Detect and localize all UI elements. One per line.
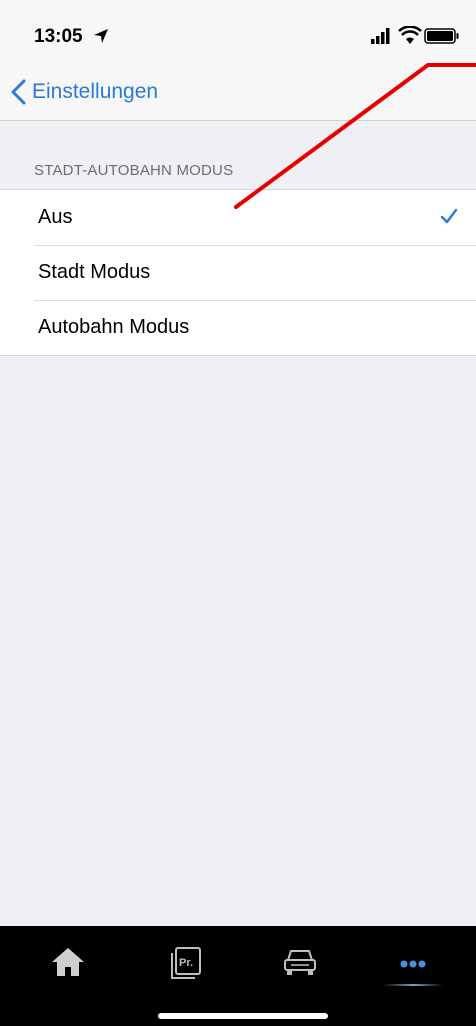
car-icon	[284, 950, 316, 975]
tab-home[interactable]	[38, 940, 98, 984]
tab-more[interactable]	[383, 940, 443, 984]
navigation-bar: Einstellungen	[0, 64, 476, 121]
profile-pr-icon: Pr.	[171, 947, 201, 979]
option-label: Autobahn Modus	[38, 316, 190, 338]
back-button-label: Einstellungen	[32, 80, 159, 103]
back-button[interactable]: Einstellungen	[10, 75, 158, 109]
more-dots-icon	[400, 960, 426, 968]
location-arrow-icon	[94, 29, 108, 43]
option-stadt-modus[interactable]: Stadt Modus	[0, 245, 476, 300]
checkmark-icon	[440, 208, 458, 224]
chevron-left-icon	[11, 79, 26, 105]
active-tab-indicator	[383, 984, 443, 986]
status-bar: 13:05	[0, 0, 476, 64]
tab-bar: Pr.	[0, 926, 476, 1026]
section-header: STADT-AUTOBAHN MODUS	[34, 162, 234, 179]
status-time: 13:05	[34, 26, 83, 47]
option-aus[interactable]: Aus	[0, 190, 476, 245]
home-icon	[52, 948, 84, 976]
tab-profile[interactable]: Pr.	[154, 940, 214, 984]
wifi-icon	[398, 26, 422, 44]
svg-text:Pr.: Pr.	[179, 957, 193, 969]
options-list: Aus Stadt Modus Autobahn Modus	[0, 189, 476, 356]
tab-vehicle[interactable]	[270, 940, 330, 984]
option-label: Stadt Modus	[38, 261, 151, 283]
option-label: Aus	[38, 206, 73, 228]
option-autobahn-modus[interactable]: Autobahn Modus	[0, 300, 476, 355]
home-indicator	[158, 1013, 328, 1019]
battery-icon	[424, 28, 459, 44]
cellular-signal-icon	[371, 28, 390, 44]
